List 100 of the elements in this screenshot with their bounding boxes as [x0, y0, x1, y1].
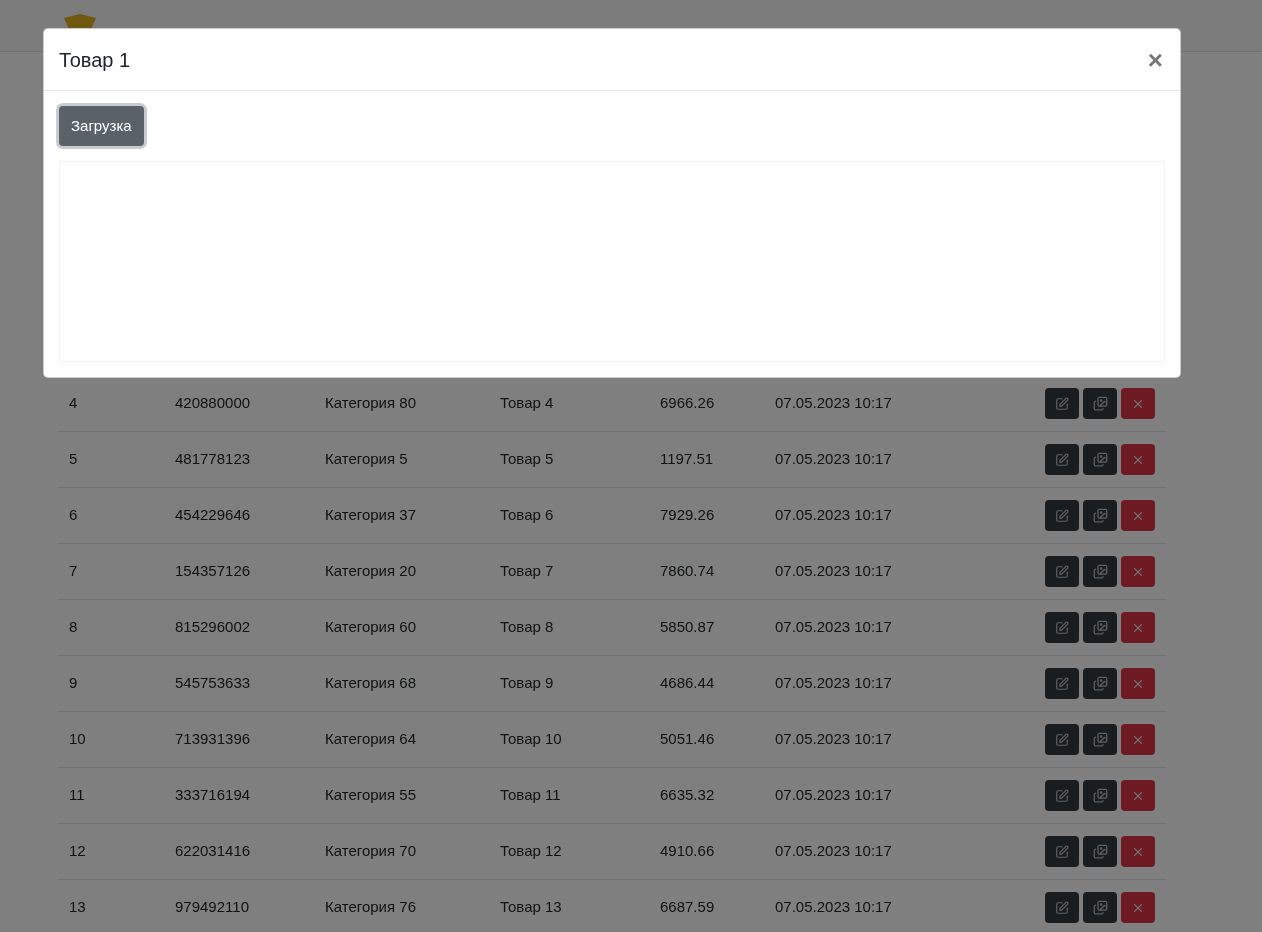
delete-button[interactable]	[1121, 668, 1155, 699]
images-icon	[1092, 900, 1108, 915]
edit-button[interactable]	[1045, 724, 1079, 755]
table-cell: 6	[69, 506, 78, 524]
table-cell: 6687.59	[660, 898, 715, 916]
images-icon	[1092, 396, 1108, 411]
table-cell: 07.05.2023 10:17	[775, 394, 892, 412]
table-cell: Товар 13	[500, 898, 562, 916]
edit-button[interactable]	[1045, 668, 1079, 699]
table-cell: 1197.51	[660, 450, 714, 468]
close-button[interactable]: ×	[1147, 46, 1163, 73]
table-cell: Категория 80	[325, 394, 416, 412]
table-cell: 979492110	[175, 898, 249, 916]
table-cell: 8	[69, 618, 78, 636]
images-icon	[1092, 564, 1108, 579]
images-button[interactable]	[1083, 500, 1117, 531]
table-cell: 4910.66	[660, 842, 715, 860]
edit-button[interactable]	[1045, 892, 1079, 923]
pencil-icon	[1055, 452, 1069, 467]
images-button[interactable]	[1083, 780, 1117, 811]
table-cell: 815296002	[175, 618, 251, 636]
table-cell: Категория 5	[325, 450, 408, 468]
table-cell: 10	[69, 730, 86, 748]
table-cell: Категория 37	[325, 506, 416, 524]
images-icon	[1092, 620, 1108, 635]
delete-button[interactable]	[1121, 724, 1155, 755]
pencil-icon	[1055, 508, 1069, 523]
images-button[interactable]	[1083, 556, 1117, 587]
edit-button[interactable]	[1045, 500, 1079, 531]
delete-button[interactable]	[1121, 556, 1155, 587]
table-cell: 7	[69, 562, 78, 580]
table-cell: Товар 11	[500, 786, 561, 804]
table-cell: Категория 68	[325, 674, 416, 692]
pencil-icon	[1055, 620, 1069, 635]
images-button[interactable]	[1083, 668, 1117, 699]
upload-button[interactable]: Загрузка	[59, 106, 144, 146]
delete-button[interactable]	[1121, 388, 1155, 419]
table-cell: Категория 70	[325, 842, 416, 860]
delete-button[interactable]	[1121, 780, 1155, 811]
table-cell: Товар 5	[500, 450, 554, 468]
delete-button[interactable]	[1121, 500, 1155, 531]
delete-button[interactable]	[1121, 612, 1155, 643]
images-button[interactable]	[1083, 724, 1117, 755]
edit-button[interactable]	[1045, 388, 1079, 419]
table-cell: 5850.87	[660, 618, 715, 636]
table-cell: 5	[69, 450, 78, 468]
edit-button[interactable]	[1045, 444, 1079, 475]
images-button[interactable]	[1083, 444, 1117, 475]
edit-button[interactable]	[1045, 836, 1079, 867]
table-cell: Товар 9	[500, 674, 554, 692]
table-cell: Категория 64	[325, 730, 416, 748]
images-button[interactable]	[1083, 892, 1117, 923]
table-cell: 5051.46	[660, 730, 715, 748]
images-button[interactable]	[1083, 388, 1117, 419]
table-cell: 481778123	[175, 450, 251, 468]
pencil-icon	[1055, 900, 1069, 915]
table-cell: 7929.26	[660, 506, 715, 524]
table-cell: Товар 6	[500, 506, 554, 524]
pencil-icon	[1055, 844, 1069, 859]
images-icon	[1092, 676, 1108, 691]
table-cell: 07.05.2023 10:17	[775, 618, 892, 636]
table-cell: Товар 8	[500, 618, 554, 636]
pencil-icon	[1055, 676, 1069, 691]
images-icon	[1092, 508, 1108, 523]
table-cell: 12	[69, 842, 86, 860]
table-cell: 6966.26	[660, 394, 715, 412]
images-icon	[1092, 452, 1108, 467]
table-cell: 545753633	[175, 674, 251, 692]
delete-button[interactable]	[1121, 836, 1155, 867]
edit-button[interactable]	[1045, 780, 1079, 811]
table-cell: Товар 10	[500, 730, 562, 748]
pencil-icon	[1055, 732, 1069, 747]
table-cell: 13	[69, 898, 86, 916]
edit-button[interactable]	[1045, 612, 1079, 643]
table-cell: Категория 55	[325, 786, 416, 804]
table-cell: 454229646	[175, 506, 251, 524]
pencil-icon	[1055, 396, 1069, 411]
delete-button[interactable]	[1121, 892, 1155, 923]
delete-button[interactable]	[1121, 444, 1155, 475]
table-cell: 333716194	[175, 786, 251, 804]
table-cell: 07.05.2023 10:17	[775, 506, 892, 524]
images-button[interactable]	[1083, 836, 1117, 867]
table-cell: 07.05.2023 10:17	[775, 898, 892, 916]
pencil-icon	[1055, 564, 1069, 579]
images-button[interactable]	[1083, 612, 1117, 643]
images-icon	[1092, 732, 1108, 747]
table-cell: 4686.44	[660, 674, 715, 692]
table-cell: 07.05.2023 10:17	[775, 562, 892, 580]
table-cell: 07.05.2023 10:17	[775, 730, 892, 748]
table-cell: 07.05.2023 10:17	[775, 450, 892, 468]
table-cell: Категория 20	[325, 562, 416, 580]
modal-title: Товар 1	[59, 47, 131, 73]
table-cell: Товар 12	[500, 842, 562, 860]
table-cell: Товар 7	[500, 562, 554, 580]
edit-button[interactable]	[1045, 556, 1079, 587]
table-cell: 7860.74	[660, 562, 715, 580]
table-cell: 9	[69, 674, 78, 692]
table-cell: 4	[69, 394, 78, 412]
pencil-icon	[1055, 788, 1069, 803]
table-cell: 07.05.2023 10:17	[775, 786, 892, 804]
